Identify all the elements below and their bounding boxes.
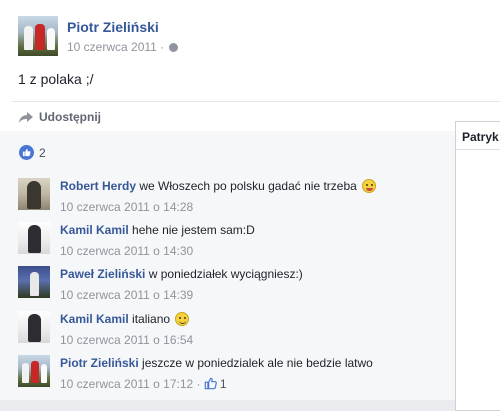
comment-meta: 10 czerwca 2011 o 17:12 · 1 (60, 377, 227, 391)
share-icon (19, 112, 33, 123)
comment-like-count: 1 (219, 377, 227, 391)
commenter-avatar[interactable] (18, 178, 50, 210)
post-card: Piotr Zieliński 10 czerwca 2011 · 1 z po… (0, 0, 500, 400)
comments-section: 2 Robert Herdy we Włoszech po polsku gad… (0, 131, 500, 400)
comment-item: Kamil Kamil italiano 10 czerwca 2011 o 1… (18, 311, 438, 347)
comment-author[interactable]: Robert Herdy (60, 179, 136, 193)
author-name[interactable]: Piotr Zieliński (67, 19, 159, 35)
comment-time[interactable]: 10 czerwca 2011 o 14:28 (60, 200, 193, 214)
chat-divider (456, 149, 500, 150)
author-avatar[interactable] (18, 16, 58, 56)
like-icon (19, 145, 34, 160)
post-date-text[interactable]: 10 czerwca 2011 · (67, 40, 164, 54)
likes-count: 2 (39, 146, 46, 160)
share-label: Udostępnij (39, 110, 101, 124)
comment-time[interactable]: 10 czerwca 2011 o 14:30 (60, 244, 193, 258)
tongue-emoji-icon (362, 179, 377, 193)
comment-item: Piotr Zieliński jeszcze w poniedzialek a… (18, 355, 438, 391)
comment-author[interactable]: Piotr Zieliński (60, 356, 139, 370)
comment-text: jeszcze w poniedzialek ale nie bedzie la… (142, 356, 373, 370)
smile-emoji-icon (175, 312, 190, 326)
post-date[interactable]: 10 czerwca 2011 · (67, 40, 179, 54)
comment-item: Paweł Zieliński w poniedziałek wyciągnie… (18, 266, 438, 302)
comment-time[interactable]: 10 czerwca 2011 o 16:54 (60, 333, 193, 347)
commenter-avatar[interactable] (18, 355, 50, 387)
comment-time[interactable]: 10 czerwca 2011 o 14:39 (60, 288, 193, 302)
post-text: 1 z polaka ;/ (18, 71, 94, 87)
chat-panel[interactable]: Patryk (455, 121, 500, 411)
comment-item: Robert Herdy we Włoszech po polsku gadać… (18, 178, 438, 214)
comment-time[interactable]: 10 czerwca 2011 o 17:12 · (60, 377, 201, 391)
comment-item: Kamil Kamil hehe nie jestem sam:D 10 cze… (18, 222, 438, 258)
comment-text: italiano (132, 312, 171, 326)
chat-title[interactable]: Patryk (462, 130, 499, 144)
comment-author[interactable]: Kamil Kamil (60, 223, 129, 237)
commenter-avatar[interactable] (18, 311, 50, 343)
comment-text: w poniedziałek wyciągniesz:) (148, 267, 303, 281)
comment-text: we Włoszech po polsku gadać nie trzeba (139, 179, 357, 193)
thumbs-up-icon (204, 377, 217, 390)
globe-icon[interactable] (169, 43, 179, 52)
commenter-avatar[interactable] (18, 222, 50, 254)
divider (12, 101, 500, 102)
comment-author[interactable]: Paweł Zieliński (60, 267, 145, 281)
comment-text: hehe nie jestem sam:D (132, 223, 255, 237)
commenter-avatar[interactable] (18, 266, 50, 298)
comment-author[interactable]: Kamil Kamil (60, 312, 129, 326)
comment-likes[interactable]: 1 (204, 377, 227, 391)
